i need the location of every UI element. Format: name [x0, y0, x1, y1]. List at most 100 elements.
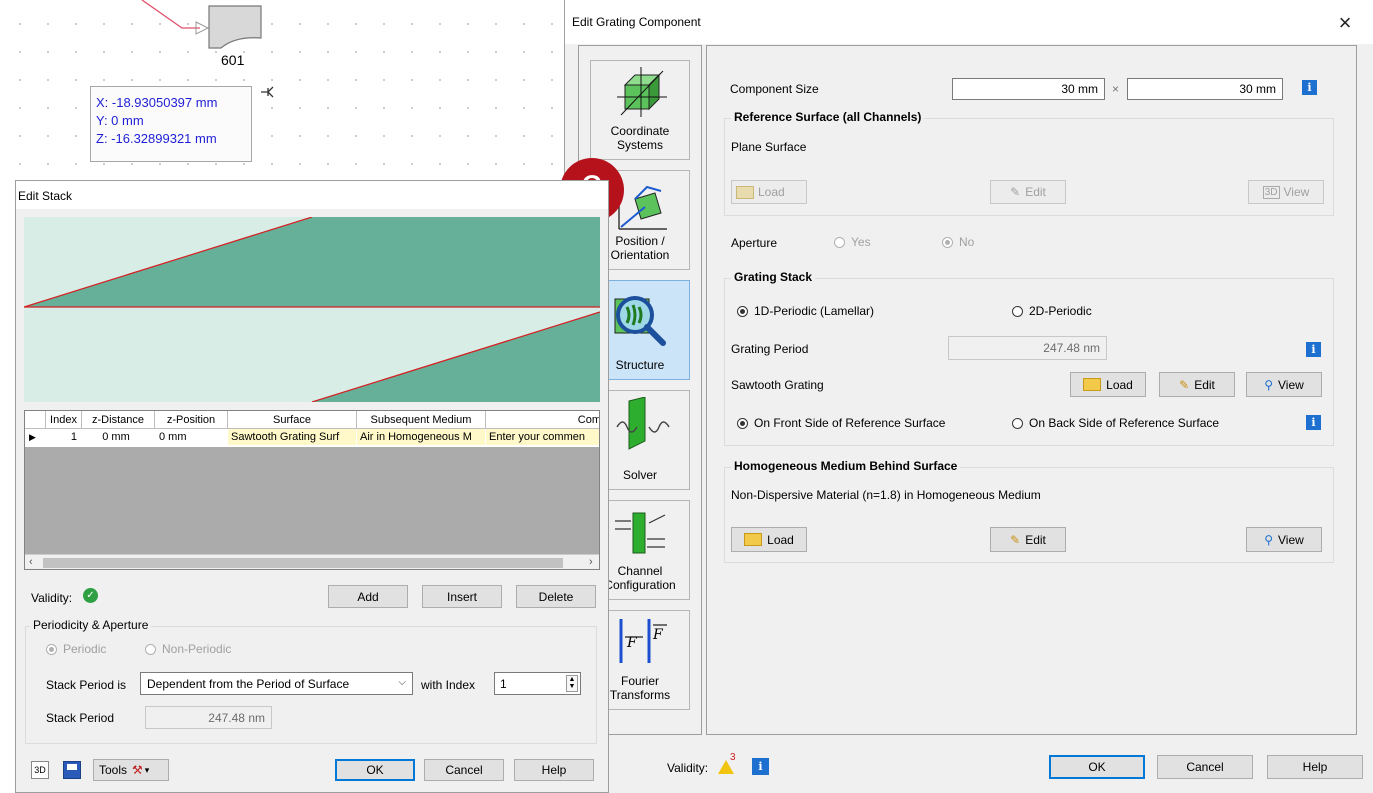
canvas-grid — [0, 0, 570, 180]
medium-load-button[interactable]: Load — [731, 527, 807, 552]
add-button[interactable]: Add — [328, 585, 408, 608]
ref-load-button[interactable]: Load — [731, 180, 807, 204]
svg-text:F: F — [652, 627, 664, 643]
aperture-yes-radio[interactable]: Yes — [834, 235, 871, 249]
info-icon[interactable]: i — [752, 758, 769, 775]
grating-stack-title: Grating Stack — [731, 270, 816, 284]
table-cell[interactable]: Sawtooth Grating Surf — [228, 429, 356, 445]
grating-help-button[interactable]: Help — [1267, 755, 1363, 779]
delete-button[interactable]: Delete — [516, 585, 596, 608]
scroll-right-icon[interactable]: › — [589, 556, 593, 568]
aperture-label: Aperture — [731, 236, 778, 250]
grating-ok-button[interactable]: OK — [1049, 755, 1145, 779]
size-separator: × — [1112, 82, 1120, 96]
stack-validity-label: Validity: — [31, 591, 73, 605]
folder-icon — [1083, 378, 1102, 391]
coord-y: Y: 0 mm — [96, 113, 144, 128]
warning-count: 3 — [730, 752, 736, 763]
column-header[interactable]: Subsequent Medium — [357, 411, 486, 428]
aperture-no-radio[interactable]: No — [942, 235, 974, 249]
table-cell[interactable]: 0 mm — [82, 429, 150, 445]
channel-configuration-icon — [615, 512, 666, 554]
folder-icon — [744, 533, 763, 546]
3d-view-icon: 3D — [1262, 185, 1280, 199]
table-cell[interactable]: Enter your commen — [486, 429, 599, 445]
grating-cancel-button[interactable]: Cancel — [1157, 755, 1253, 779]
chevron-down-icon[interactable]: ⌵ — [398, 677, 406, 688]
pencil-icon: ✎ — [1010, 185, 1021, 199]
pencil-icon: ✎ — [1179, 377, 1190, 392]
ref-view-button[interactable]: 3D View — [1248, 180, 1324, 204]
nav-label: Structure — [615, 358, 665, 372]
svg-text:F: F — [626, 635, 638, 651]
grating-period-label: Grating Period — [731, 342, 809, 356]
with-index-label: with Index — [421, 678, 476, 692]
column-header[interactable]: Index — [46, 411, 82, 428]
element-label: 601 — [221, 52, 245, 68]
periodicity-title: Periodicity & Aperture — [30, 618, 152, 632]
save-icon[interactable] — [63, 761, 81, 779]
table-cell[interactable]: 1 — [46, 429, 77, 445]
ref-edit-button[interactable]: ✎ Edit — [990, 180, 1066, 204]
sawtooth-edit-button[interactable]: ✎ Edit — [1159, 372, 1235, 397]
coordinate-tooltip: X: -18.93050397 mm Y: 0 mm Z: -16.328993… — [90, 86, 252, 162]
grating-period-field: 247.48 nm — [948, 336, 1107, 360]
stack-period-field: 247.48 nm — [145, 706, 272, 729]
column-header[interactable]: z-Position — [155, 411, 228, 428]
info-icon[interactable]: i — [1306, 415, 1321, 430]
pencil-icon: ✎ — [1010, 532, 1021, 547]
stack-table: Index z-Distance z-Position Surface Subs… — [24, 410, 600, 570]
solver-icon — [616, 397, 670, 450]
back-side-radio[interactable]: On Back Side of Reference Surface — [1012, 416, 1219, 430]
periodic-2d-radio[interactable]: 2D-Periodic — [1012, 304, 1092, 318]
horizontal-scrollbar[interactable]: ‹ › — [25, 554, 599, 569]
3d-view-icon[interactable]: 3D — [31, 761, 49, 779]
info-icon[interactable]: i — [1302, 80, 1317, 95]
scroll-thumb[interactable] — [43, 558, 563, 568]
column-header[interactable]: Surface — [228, 411, 357, 428]
chevron-down-icon: ▾ — [144, 764, 150, 775]
medium-view-button[interactable]: ⚲ View — [1246, 527, 1322, 552]
with-index-stepper[interactable]: 1 ▲ ▼ — [494, 672, 581, 695]
info-icon[interactable]: i — [1306, 342, 1321, 357]
detector-element-icon[interactable] — [207, 4, 263, 50]
stack-period-is-label: Stack Period is — [46, 678, 127, 692]
stack-period-mode-select[interactable]: Dependent from the Period of Surface ⌵ — [140, 672, 413, 695]
stack-dialog-title: Edit Stack — [18, 189, 73, 203]
stack-help-button[interactable]: Help — [514, 759, 594, 781]
folder-icon — [736, 185, 754, 199]
spin-arrows-icon[interactable]: ▲ ▼ — [566, 675, 578, 692]
periodic-1d-radio[interactable]: 1D-Periodic (Lamellar) — [737, 304, 874, 318]
stack-cancel-button[interactable]: Cancel — [424, 759, 504, 781]
insert-button[interactable]: Insert — [422, 585, 502, 608]
coord-z: Z: -16.32899321 mm — [96, 131, 217, 146]
reference-surface-value: Plane Surface — [731, 140, 807, 154]
medium-edit-button[interactable]: ✎ Edit — [990, 527, 1066, 552]
close-icon[interactable]: × — [1330, 8, 1360, 38]
reference-surface-title: Reference Surface (all Channels) — [731, 110, 925, 124]
stack-preview — [24, 217, 600, 402]
stack-ok-button[interactable]: OK — [335, 759, 415, 781]
table-cell[interactable]: 0 mm — [159, 429, 227, 445]
pin-icon[interactable] — [258, 84, 274, 100]
size-x-input[interactable]: 30 mm — [952, 78, 1105, 100]
sawtooth-view-button[interactable]: ⚲ View — [1246, 372, 1322, 397]
nav-label: Fourier Transforms — [609, 674, 671, 702]
periodic-radio[interactable]: Periodic — [46, 642, 106, 656]
front-side-radio[interactable]: On Front Side of Reference Surface — [737, 416, 945, 430]
size-y-input[interactable]: 30 mm — [1127, 78, 1283, 100]
sawtooth-load-button[interactable]: Load — [1070, 372, 1146, 397]
nav-label: Channel Configuration — [604, 564, 676, 592]
tools-button[interactable]: Tools ⚒ ▾ — [93, 759, 169, 781]
homogeneous-medium-title: Homogeneous Medium Behind Surface — [731, 459, 961, 473]
nav-label: Solver — [622, 468, 657, 482]
stack-titlebar — [16, 181, 608, 209]
table-cell[interactable]: Air in Homogeneous M — [357, 429, 485, 445]
column-header[interactable]: Com — [486, 411, 599, 428]
nav-coordinate-systems[interactable]: Coordinate Systems — [590, 60, 690, 160]
non-periodic-radio[interactable]: Non-Periodic — [145, 642, 231, 656]
row-selector-icon[interactable]: ▶ — [29, 429, 43, 445]
component-size-label: Component Size — [730, 82, 819, 96]
column-header[interactable]: z-Distance — [82, 411, 155, 428]
scroll-left-icon[interactable]: ‹ — [29, 556, 33, 568]
